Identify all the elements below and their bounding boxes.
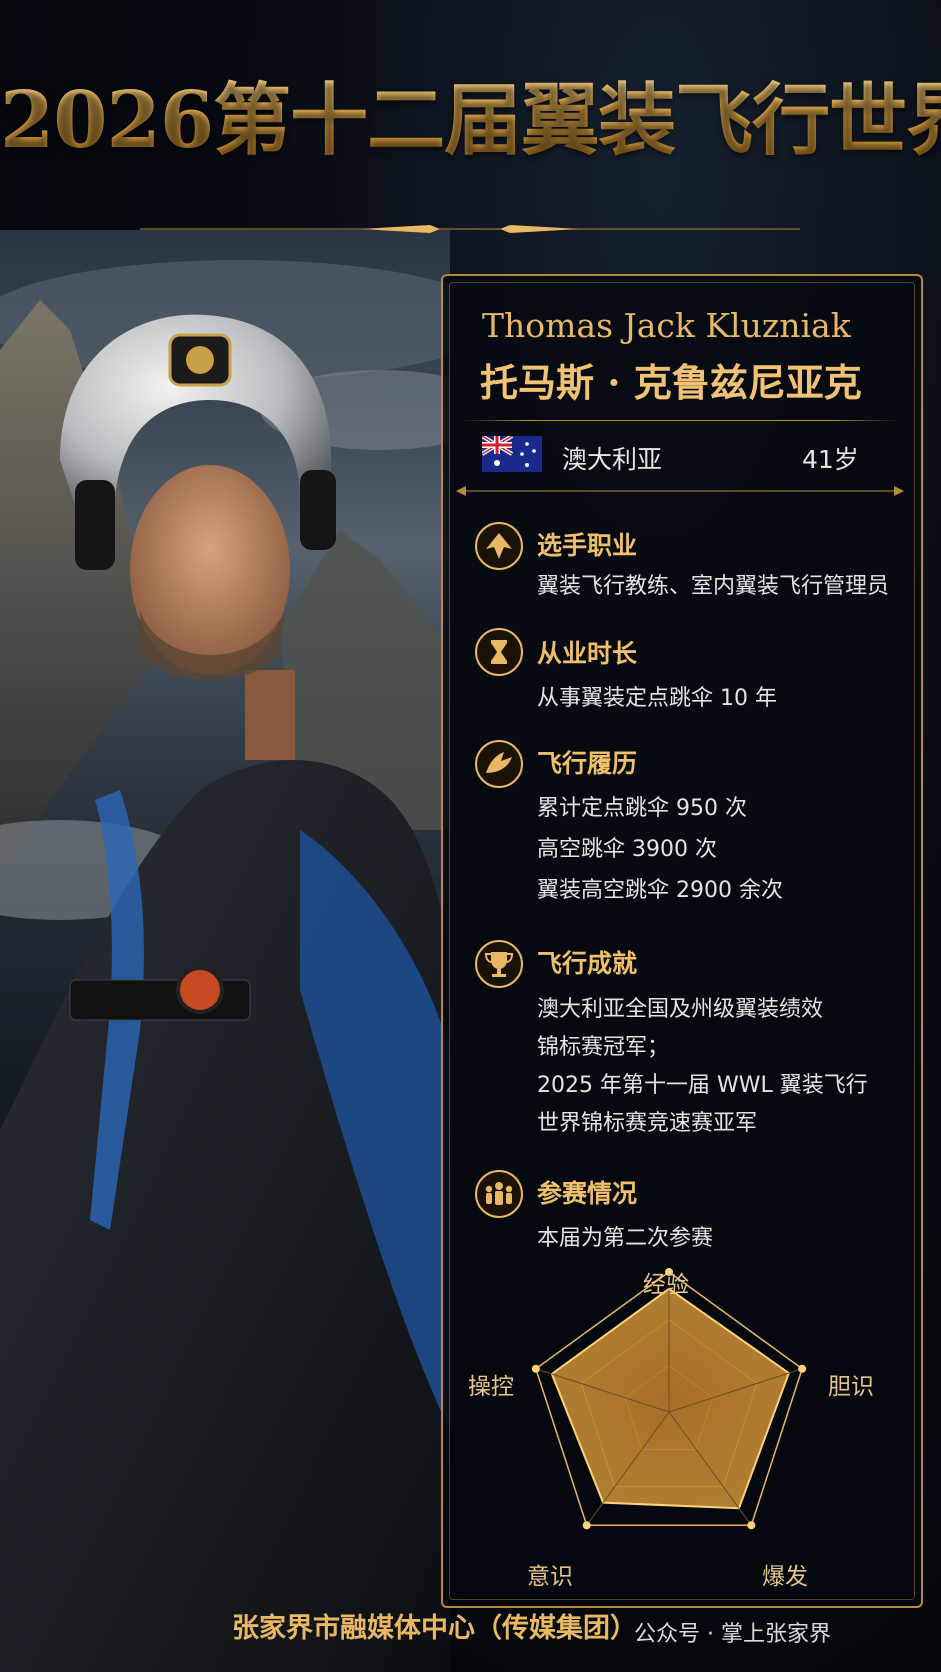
athlete-country: 澳大利亚: [562, 445, 663, 474]
poster: 2026第十二届翼装飞行世界锦标赛 Thomas Jack Kluzniak 托…: [0, 0, 941, 1672]
achievement-line: 锦标赛冠军；: [537, 1035, 670, 1060]
radar-chart: [441, 1256, 919, 1576]
section-title-experience: 从业时长: [537, 639, 638, 668]
radar-label-control: 操控: [468, 1374, 514, 1400]
radar-vertex-dot: [582, 1521, 591, 1530]
radar-data-area: [550, 1287, 791, 1510]
radar-vertex-dot: [531, 1364, 540, 1373]
footer-publisher: 张家界市融媒体中心（传媒集团）: [232, 1613, 637, 1644]
event-title: 2026第十二届翼装飞行世界锦标赛: [0, 58, 941, 170]
radar-label-awareness: 意识: [527, 1564, 573, 1590]
section-title-participation: 参赛情况: [537, 1179, 638, 1208]
experience-text: 从事翼装定点跳伞 10 年: [537, 686, 777, 711]
radar-label-experience: 经验: [643, 1272, 689, 1298]
participation-text: 本届为第二次参赛: [537, 1226, 714, 1251]
ornament-divider: [456, 486, 904, 496]
radar-vertex-dot: [798, 1364, 807, 1373]
athlete-age: 41岁: [802, 445, 859, 474]
section-title-occupation: 选手职业: [537, 531, 638, 560]
trophy-icon: [475, 940, 523, 988]
wechat-watermark: 公众号 · 掌上张家界: [634, 1622, 831, 1647]
record-line: 高空跳伞 3900 次: [537, 837, 717, 862]
divider: [462, 420, 898, 421]
achievement-line: 澳大利亚全国及州级翼装绩效: [537, 997, 824, 1022]
hourglass-icon: [475, 628, 523, 676]
record-line: 翼装高空跳伞 2900 余次: [537, 878, 783, 903]
athlete-photo: [0, 230, 500, 1672]
section-title-achievements: 飞行成就: [537, 949, 638, 978]
athlete-name-en: Thomas Jack Kluzniak: [482, 306, 851, 345]
radar-label-courage: 胆识: [828, 1374, 874, 1400]
radar-label-explosiveness: 爆发: [762, 1564, 808, 1590]
wingsuit-icon: [475, 522, 523, 570]
team-icon: [475, 1170, 523, 1218]
achievement-line: 世界锦标赛竞速赛亚军: [537, 1111, 758, 1136]
radar-vertex-dot: [747, 1521, 756, 1530]
ornament-divider: [140, 225, 800, 233]
athlete-name-cn: 托马斯 · 克鲁兹尼亚克: [480, 360, 862, 405]
achievement-line: 2025 年第十一届 WWL 翼装飞行: [537, 1073, 868, 1098]
occupation-text: 翼装飞行教练、室内翼装飞行管理员: [537, 574, 890, 599]
australia-flag-icon: [482, 436, 542, 472]
section-title-record: 飞行履历: [537, 749, 638, 778]
flight-icon: [475, 740, 523, 788]
record-line: 累计定点跳伞 950 次: [537, 796, 747, 821]
